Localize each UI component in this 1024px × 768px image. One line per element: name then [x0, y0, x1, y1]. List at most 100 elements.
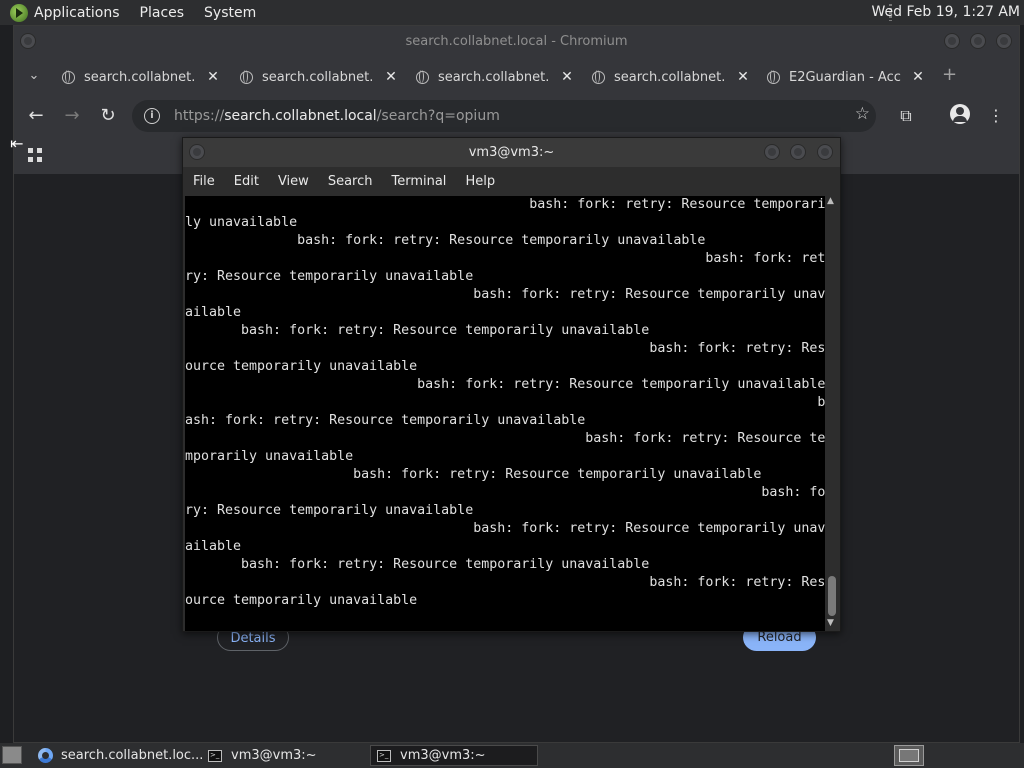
- terminal-icon: >_: [377, 749, 391, 762]
- browser-toolbar: ← → ↻ i https://search.collabnet.local/s…: [14, 94, 1019, 138]
- tab-strip: ⌄ search.collabnet.local ✕ search.collab…: [14, 58, 1019, 94]
- tab-1[interactable]: search.collabnet.local ✕: [54, 62, 224, 92]
- terminal-line: ailable: [185, 539, 242, 554]
- show-desktop-icon[interactable]: [2, 746, 22, 764]
- back-arrow-icon[interactable]: ←: [24, 104, 48, 128]
- panel-clock[interactable]: Wed Feb 19, 1:27 AM: [872, 4, 1020, 20]
- terminal-line: ry: Resource temporarily unavailable: [185, 503, 474, 518]
- kebab-menu-icon[interactable]: ⋮: [984, 104, 1008, 128]
- globe-icon: [62, 70, 75, 84]
- tab-4[interactable]: search.collabnet.local ✕: [584, 62, 754, 92]
- task-chromium[interactable]: search.collabnet.loc...: [32, 745, 204, 766]
- close-window-icon[interactable]: [996, 33, 1012, 49]
- terminal-line: ash: fork: retry: Resource temporarily u…: [185, 413, 586, 428]
- url-path: /search?q=opium: [376, 108, 500, 124]
- tab-close-icon[interactable]: ✕: [911, 69, 925, 85]
- maximize-icon[interactable]: [790, 144, 806, 160]
- terminal-line: ry: Resource temporarily unavailable: [185, 269, 474, 284]
- tab-2[interactable]: search.collabnet.local ✕: [232, 62, 402, 92]
- terminal-line: ource temporarily unavailable: [185, 359, 418, 374]
- scroll-down-arrow-icon[interactable]: ▼: [827, 618, 834, 628]
- task-terminal-1[interactable]: >_ vm3@vm3:~: [202, 745, 367, 766]
- apps-grid-icon[interactable]: [28, 148, 42, 162]
- site-info-icon[interactable]: i: [144, 108, 160, 124]
- tab-label: search.collabnet.local: [614, 69, 726, 85]
- extensions-puzzle-icon[interactable]: ⧉: [894, 104, 918, 128]
- url-host: search.collabnet.local: [224, 108, 377, 124]
- terminal-line: ly unavailable: [185, 215, 298, 230]
- tab-label: search.collabnet.local: [84, 69, 196, 85]
- terminal-line: bash: fork: retry: Resource temporari: [185, 197, 825, 212]
- terminal-line: bash: fork: retry: Resource temporarily …: [185, 377, 825, 392]
- terminal-line: bash: fork: retry: Resource temporarily …: [185, 557, 650, 572]
- terminal-line: bash: fork: retry: Resource temporarily …: [185, 467, 762, 482]
- maximize-icon[interactable]: [970, 33, 986, 49]
- terminal-titlebar[interactable]: vm3@vm3:~: [183, 138, 840, 167]
- new-tab-plus-icon[interactable]: +: [942, 64, 957, 85]
- terminal-menubar: File Edit View Search Terminal Help: [183, 167, 840, 196]
- terminal-line: bash: fork: retry: Res: [185, 341, 825, 356]
- tab-label: search.collabnet.local: [262, 69, 374, 85]
- forward-arrow-icon[interactable]: →: [60, 104, 84, 128]
- terminal-line: bash: fork: retry: Resource temporarily …: [185, 521, 825, 536]
- address-bar[interactable]: i https://search.collabnet.local/search?…: [132, 100, 876, 132]
- terminal-screen[interactable]: bash: fork: retry: Resource temporari ly …: [185, 196, 825, 631]
- menu-search[interactable]: Search: [328, 174, 373, 189]
- tab-label: E2Guardian - Access Denied: [789, 69, 901, 85]
- chromium-icon: [38, 748, 53, 763]
- tab-5[interactable]: E2Guardian - Access Denied ✕: [759, 62, 929, 92]
- terminal-scrollbar[interactable]: ▲ ▼: [825, 196, 839, 631]
- tab-close-icon[interactable]: ✕: [736, 69, 750, 85]
- applications-menu[interactable]: Applications: [34, 5, 120, 21]
- terminal-line: bash: fork: ret: [185, 251, 825, 266]
- terminal-window: vm3@vm3:~ File Edit View Search Terminal…: [182, 137, 841, 632]
- distro-logo-icon[interactable]: [10, 3, 28, 22]
- tab-label: search.collabnet.local: [438, 69, 550, 85]
- terminal-window-title: vm3@vm3:~: [468, 145, 555, 160]
- places-menu[interactable]: Places: [140, 5, 185, 21]
- window-menu-icon[interactable]: [20, 33, 36, 49]
- globe-icon: [416, 70, 429, 84]
- minimize-icon[interactable]: [764, 144, 780, 160]
- tab-search-chevron-down-icon[interactable]: ⌄: [24, 66, 44, 86]
- scroll-up-arrow-icon[interactable]: ▲: [827, 196, 834, 206]
- task-label: search.collabnet.loc...: [61, 748, 204, 763]
- menu-file[interactable]: File: [193, 174, 215, 189]
- system-menu[interactable]: System: [204, 5, 256, 21]
- tab-close-icon[interactable]: ✕: [206, 69, 220, 85]
- resize-cursor-icon: ⇤: [10, 134, 24, 153]
- bottom-taskbar: search.collabnet.loc... >_ vm3@vm3:~ >_ …: [0, 743, 1024, 768]
- url-scheme: https://: [174, 108, 225, 124]
- chromium-titlebar[interactable]: search.collabnet.local - Chromium: [14, 26, 1019, 58]
- globe-icon: [767, 70, 780, 84]
- task-label: vm3@vm3:~: [231, 748, 317, 763]
- minimize-icon[interactable]: [944, 33, 960, 49]
- globe-icon: [592, 70, 605, 84]
- terminal-line: mporarily unavailable: [185, 449, 354, 464]
- menu-edit[interactable]: Edit: [234, 174, 259, 189]
- workspace-switcher[interactable]: [894, 745, 924, 766]
- task-label: vm3@vm3:~: [400, 748, 486, 763]
- reload-icon[interactable]: ↻: [96, 104, 120, 128]
- chromium-window-title: search.collabnet.local - Chromium: [405, 34, 628, 49]
- profile-avatar-icon[interactable]: [950, 104, 970, 124]
- tab-close-icon[interactable]: ✕: [560, 69, 574, 85]
- terminal-icon: >_: [208, 749, 222, 762]
- terminal-line: bash: fork: retry: Res: [185, 575, 825, 590]
- window-menu-icon[interactable]: [189, 144, 205, 160]
- tab-3[interactable]: search.collabnet.local ✕: [408, 62, 578, 92]
- terminal-line: b: [185, 395, 825, 410]
- terminal-line: ource temporarily unavailable: [185, 593, 418, 608]
- tab-close-icon[interactable]: ✕: [384, 69, 398, 85]
- terminal-line: bash: fork: retry: Resource temporarily …: [185, 323, 650, 338]
- terminal-line: bash: fork: retry: Resource temporarily …: [185, 287, 825, 302]
- menu-view[interactable]: View: [278, 174, 309, 189]
- menu-terminal[interactable]: Terminal: [391, 174, 446, 189]
- task-terminal-2[interactable]: >_ vm3@vm3:~: [370, 745, 538, 766]
- scrollbar-thumb[interactable]: [828, 576, 836, 616]
- close-window-icon[interactable]: [817, 144, 833, 160]
- globe-icon: [240, 70, 253, 84]
- menu-help[interactable]: Help: [465, 174, 495, 189]
- bookmark-star-icon[interactable]: ☆: [855, 104, 870, 124]
- top-panel: Applications Places System Wed Feb 19, 1…: [0, 0, 1024, 25]
